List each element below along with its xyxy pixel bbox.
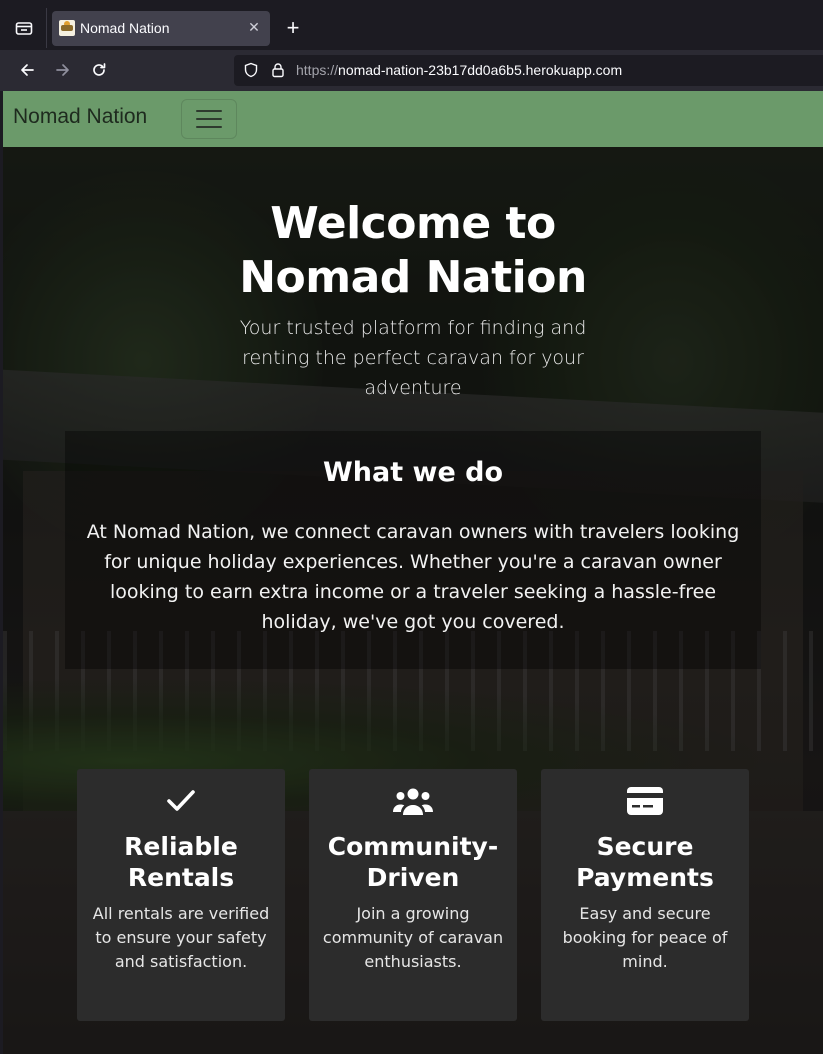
feature-title: Reliable Rentals <box>124 832 238 892</box>
hero-title-line2: Nomad Nation <box>239 252 587 303</box>
feature-text: All rentals are verified to ensure your … <box>92 904 270 971</box>
feature-card-community: Community-Driven Join a growing communit… <box>309 769 517 1021</box>
tab-overview-icon[interactable] <box>8 12 40 44</box>
browser-tab-strip: Nomad Nation ✕ + <box>0 0 823 50</box>
feature-text: Easy and secure booking for peace of min… <box>562 904 728 971</box>
hero-title: Welcome to Nomad Nation <box>163 197 663 305</box>
hamburger-line <box>196 126 222 128</box>
feature-title: Secure Payments <box>576 832 714 892</box>
site-navbar: Nomad Nation <box>3 91 823 147</box>
check-icon <box>77 783 285 819</box>
hero-title-line1: Welcome to <box>270 198 556 249</box>
feature-card-reliable: Reliable Rentals All rentals are verifie… <box>77 769 285 1021</box>
browser-tab[interactable]: Nomad Nation ✕ <box>52 11 270 46</box>
close-icon[interactable]: ✕ <box>244 18 264 38</box>
shield-icon[interactable] <box>243 62 259 78</box>
url-host: nomad-nation-23b17dd0a6b5.herokuapp.com <box>338 62 623 78</box>
address-bar[interactable]: https://nomad-nation-23b17dd0a6b5.heroku… <box>234 55 823 86</box>
feature-card-payments: Secure Payments Easy and secure booking … <box>541 769 749 1021</box>
feature-text: Join a growing community of caravan enth… <box>322 904 504 971</box>
lock-icon[interactable] <box>270 62 286 78</box>
hamburger-line <box>196 110 222 112</box>
forward-arrow-icon[interactable] <box>49 57 77 83</box>
page-viewport: Nomad Nation Welcome to Nomad Nation You… <box>3 91 823 1054</box>
hamburger-menu-button[interactable] <box>181 99 237 139</box>
favicon-icon <box>59 20 75 36</box>
browser-toolbar: https://nomad-nation-23b17dd0a6b5.heroku… <box>0 50 823 91</box>
what-we-do-section: What we do At Nomad Nation, we connect c… <box>65 431 761 669</box>
tab-title: Nomad Nation <box>80 20 170 36</box>
url-text: https://nomad-nation-23b17dd0a6b5.heroku… <box>296 62 622 78</box>
brand-link[interactable]: Nomad Nation <box>13 105 147 129</box>
back-arrow-icon[interactable] <box>13 57 41 83</box>
hamburger-line <box>196 118 222 120</box>
url-scheme: https:// <box>296 62 339 78</box>
reload-icon[interactable] <box>85 57 113 83</box>
tab-separator <box>46 8 47 48</box>
section-text: At Nomad Nation, we connect caravan owne… <box>86 521 740 633</box>
section-title: What we do <box>322 457 504 488</box>
feature-title: Community-Driven <box>327 832 499 892</box>
credit-card-icon <box>541 783 749 819</box>
users-icon <box>309 783 517 819</box>
new-tab-button[interactable]: + <box>280 15 306 41</box>
hero-subtitle: Your trusted platform for finding and re… <box>239 317 587 399</box>
